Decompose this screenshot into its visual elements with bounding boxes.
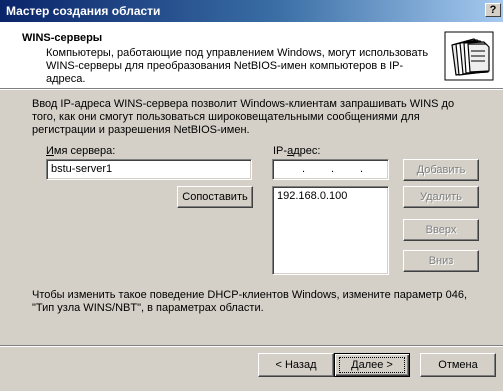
focus-ring bbox=[339, 357, 405, 373]
header-separator bbox=[0, 88, 503, 90]
server-name-label: Имя сервера: bbox=[46, 145, 115, 157]
ip-dot-1: . bbox=[302, 163, 306, 175]
next-button[interactable]: Далее > bbox=[334, 353, 410, 377]
remove-button-label: Удалить bbox=[420, 191, 462, 203]
move-down-button-label: Вниз bbox=[428, 255, 454, 267]
add-button-label: Добавить bbox=[416, 164, 466, 176]
ip-label-prefix: IP- bbox=[273, 145, 288, 157]
move-up-button-label: Вверх bbox=[425, 224, 457, 236]
ip-list[interactable]: 192.168.0.100 bbox=[272, 186, 389, 275]
ip-dot-3: . bbox=[360, 163, 364, 175]
note-text: Чтобы изменить такое поведение DHCP-клие… bbox=[32, 289, 468, 314]
ip-label-rest: дрес: bbox=[293, 145, 321, 157]
back-button-label: < Назад bbox=[275, 359, 317, 371]
server-name-input[interactable]: bstu-server1 bbox=[46, 159, 252, 180]
server-name-label-rest: мя сервера: bbox=[53, 145, 116, 157]
help-button[interactable]: ? bbox=[485, 3, 501, 17]
remove-button[interactable]: Удалить bbox=[403, 186, 479, 208]
add-button[interactable]: Добавить bbox=[403, 159, 479, 181]
resolve-button[interactable]: Сопоставить bbox=[177, 186, 253, 208]
move-down-button[interactable]: Вниз bbox=[403, 250, 479, 272]
folder-stack-icon bbox=[444, 31, 494, 81]
move-up-button[interactable]: Вверх bbox=[403, 219, 479, 241]
cancel-button[interactable]: Отмена bbox=[420, 353, 496, 377]
header-title: WINS-серверы bbox=[22, 32, 103, 44]
header-description: Компьютеры, работающие под управлением W… bbox=[46, 47, 429, 85]
ip-address-label: IP-адрес: bbox=[273, 145, 320, 157]
wizard-header: WINS-серверы Компьютеры, работающие под … bbox=[0, 22, 503, 88]
back-button[interactable]: < Назад bbox=[258, 353, 334, 377]
ip-address-input[interactable]: . . . bbox=[272, 159, 389, 180]
cancel-button-label: Отмена bbox=[438, 359, 478, 371]
server-name-value: bstu-server1 bbox=[51, 163, 113, 175]
window-title: Мастер создания области bbox=[6, 4, 161, 18]
server-name-label-accel: И bbox=[46, 145, 54, 157]
ip-dot-2: . bbox=[331, 163, 335, 175]
list-item[interactable]: 192.168.0.100 bbox=[277, 190, 347, 202]
intro-text: Ввод IP-адреса WINS-сервера позволит Win… bbox=[32, 98, 455, 136]
footer-separator bbox=[0, 345, 503, 347]
